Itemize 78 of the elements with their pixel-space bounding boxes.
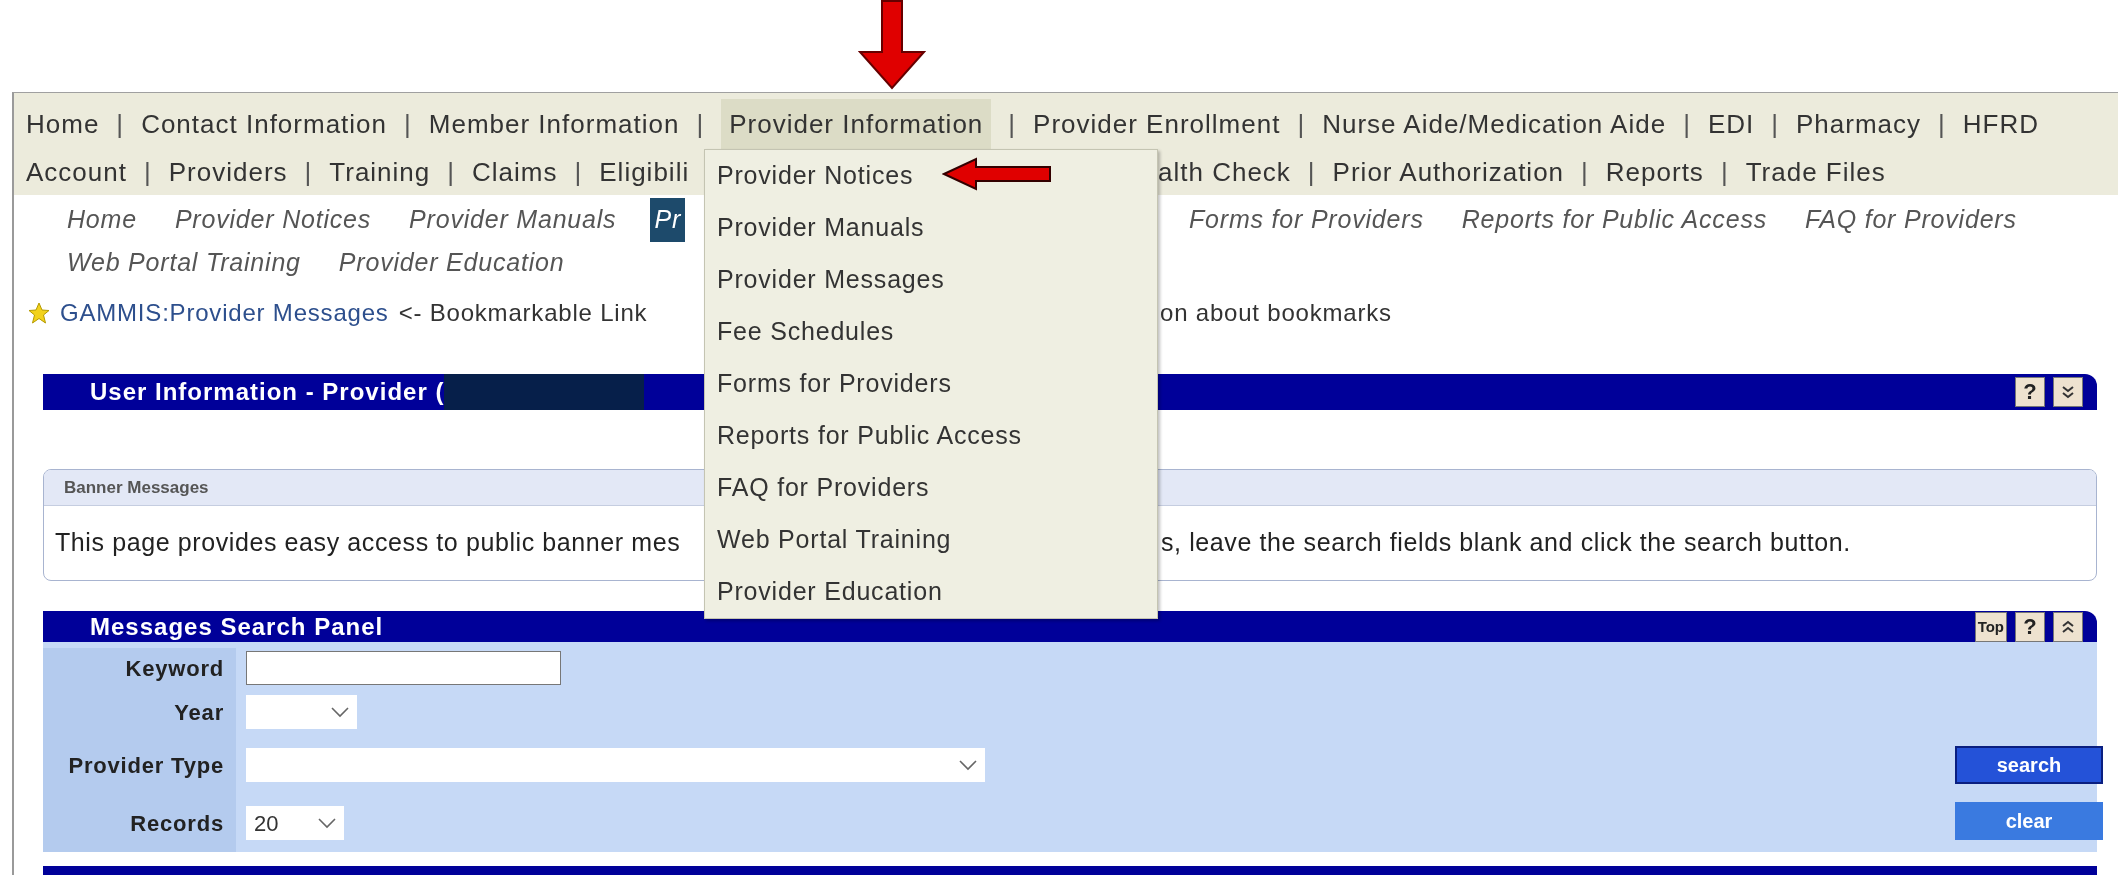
nav-link[interactable]: Provider Enrollment bbox=[1033, 99, 1281, 150]
collapse-button[interactable] bbox=[2053, 611, 2083, 642]
panel-title: Messages Search Panel bbox=[90, 611, 384, 642]
field-label: Records bbox=[43, 794, 236, 852]
star-icon bbox=[28, 302, 50, 324]
separator: | bbox=[116, 108, 125, 141]
separator: | bbox=[1008, 108, 1017, 141]
menu-item[interactable]: Fee Schedules bbox=[705, 306, 1157, 358]
chevron-down-icon bbox=[959, 759, 977, 771]
field-label: Keyword bbox=[43, 648, 236, 688]
separator: | bbox=[1581, 156, 1589, 189]
banner-text: This page provides easy access to public banner mes bbox=[54, 527, 682, 559]
separator: | bbox=[404, 108, 412, 141]
separator: | bbox=[574, 156, 583, 189]
subnav-link[interactable]: Home bbox=[63, 198, 141, 242]
menu-item[interactable]: Reports for Public Access bbox=[705, 410, 1157, 462]
select-field[interactable]: 20 bbox=[246, 806, 344, 840]
top-button[interactable]: Top bbox=[1974, 611, 2007, 642]
nav-link[interactable]: Claims bbox=[472, 147, 558, 198]
separator: | bbox=[1307, 156, 1316, 189]
nav-link[interactable]: HFRD bbox=[1962, 99, 2040, 150]
separator: | bbox=[696, 108, 705, 141]
double-chevron-up-icon bbox=[2061, 619, 2075, 634]
nav-link[interactable]: Contact Information bbox=[141, 99, 387, 150]
separator: | bbox=[1297, 108, 1306, 141]
chevron-down-icon bbox=[318, 817, 336, 829]
keyword-field[interactable] bbox=[246, 651, 561, 685]
nav-link[interactable]: Nurse Aide/Medication Aide bbox=[1322, 99, 1667, 150]
chevron-down-icon bbox=[331, 706, 349, 718]
subnav-link[interactable]: Provider Manuals bbox=[405, 198, 621, 242]
bookmark-note: <- Bookmarkable Link bbox=[398, 298, 648, 328]
separator: | bbox=[447, 156, 456, 189]
menu-item[interactable]: Provider Messages bbox=[705, 254, 1157, 306]
subnav-link[interactable]: Web Portal Training bbox=[63, 241, 305, 285]
nav-link[interactable]: Prior Authorization bbox=[1332, 147, 1565, 198]
menu-item[interactable]: Provider Manuals bbox=[705, 202, 1157, 254]
subnav-link[interactable]: FAQ for Providers bbox=[1801, 198, 2021, 242]
nav-link[interactable]: Reports bbox=[1605, 147, 1704, 198]
separator: | bbox=[1938, 108, 1946, 141]
nav-link[interactable]: Pharmacy bbox=[1796, 99, 1922, 150]
subnav-link[interactable]: Provider Notices bbox=[170, 198, 376, 242]
bookmark-link[interactable]: GAMMIS:Provider Messages bbox=[60, 295, 389, 331]
separator: | bbox=[304, 156, 313, 189]
nav-link[interactable]: Providers bbox=[168, 147, 288, 198]
nav-link[interactable]: Trade Files bbox=[1745, 147, 1886, 198]
panel-title: User Information - Provider ( bbox=[90, 377, 445, 407]
search-button[interactable]: search bbox=[1955, 746, 2103, 784]
nav-link[interactable]: Provider Information bbox=[721, 99, 992, 150]
nav-link[interactable]: EDI bbox=[1707, 99, 1755, 150]
nav-link[interactable]: Account bbox=[26, 147, 127, 198]
separator: | bbox=[143, 156, 152, 189]
subnav-link[interactable]: Pr bbox=[650, 198, 686, 242]
select-field[interactable] bbox=[246, 748, 985, 782]
separator: | bbox=[1771, 108, 1779, 141]
banner-text: s, leave the search fields blank and click the search button. bbox=[1161, 527, 1852, 559]
nav-link[interactable]: Training bbox=[329, 147, 431, 198]
help-button[interactable]: ? bbox=[2015, 377, 2045, 407]
bookmark-note: on about bookmarks bbox=[1159, 299, 1392, 326]
menu-item[interactable]: Provider Education bbox=[705, 566, 1157, 618]
expand-button[interactable] bbox=[2053, 377, 2083, 407]
field-label: Year bbox=[43, 688, 236, 736]
separator: | bbox=[1683, 108, 1691, 141]
select-field[interactable] bbox=[246, 695, 357, 729]
field-label: Provider Type bbox=[43, 736, 236, 794]
menu-item[interactable]: Forms for Providers bbox=[705, 358, 1157, 410]
nav-link[interactable]: Home bbox=[26, 99, 100, 150]
clear-button[interactable]: clear bbox=[1955, 802, 2103, 840]
help-button[interactable]: ? bbox=[2015, 611, 2045, 642]
subnav-link[interactable]: Forms for Providers bbox=[1185, 198, 1428, 242]
nav-link[interactable]: alth Check bbox=[1158, 147, 1291, 198]
separator: | bbox=[1720, 156, 1729, 189]
subnav-link[interactable]: Reports for Public Access bbox=[1457, 198, 1771, 242]
nav-link[interactable]: Member Information bbox=[428, 99, 680, 150]
menu-item[interactable]: Web Portal Training bbox=[705, 514, 1157, 566]
nav-link[interactable]: Eligibili bbox=[599, 147, 690, 198]
double-chevron-down-icon bbox=[2061, 385, 2075, 399]
subnav-link[interactable]: Provider Education bbox=[334, 241, 569, 285]
menu-item[interactable]: Provider Notices bbox=[705, 150, 1157, 202]
